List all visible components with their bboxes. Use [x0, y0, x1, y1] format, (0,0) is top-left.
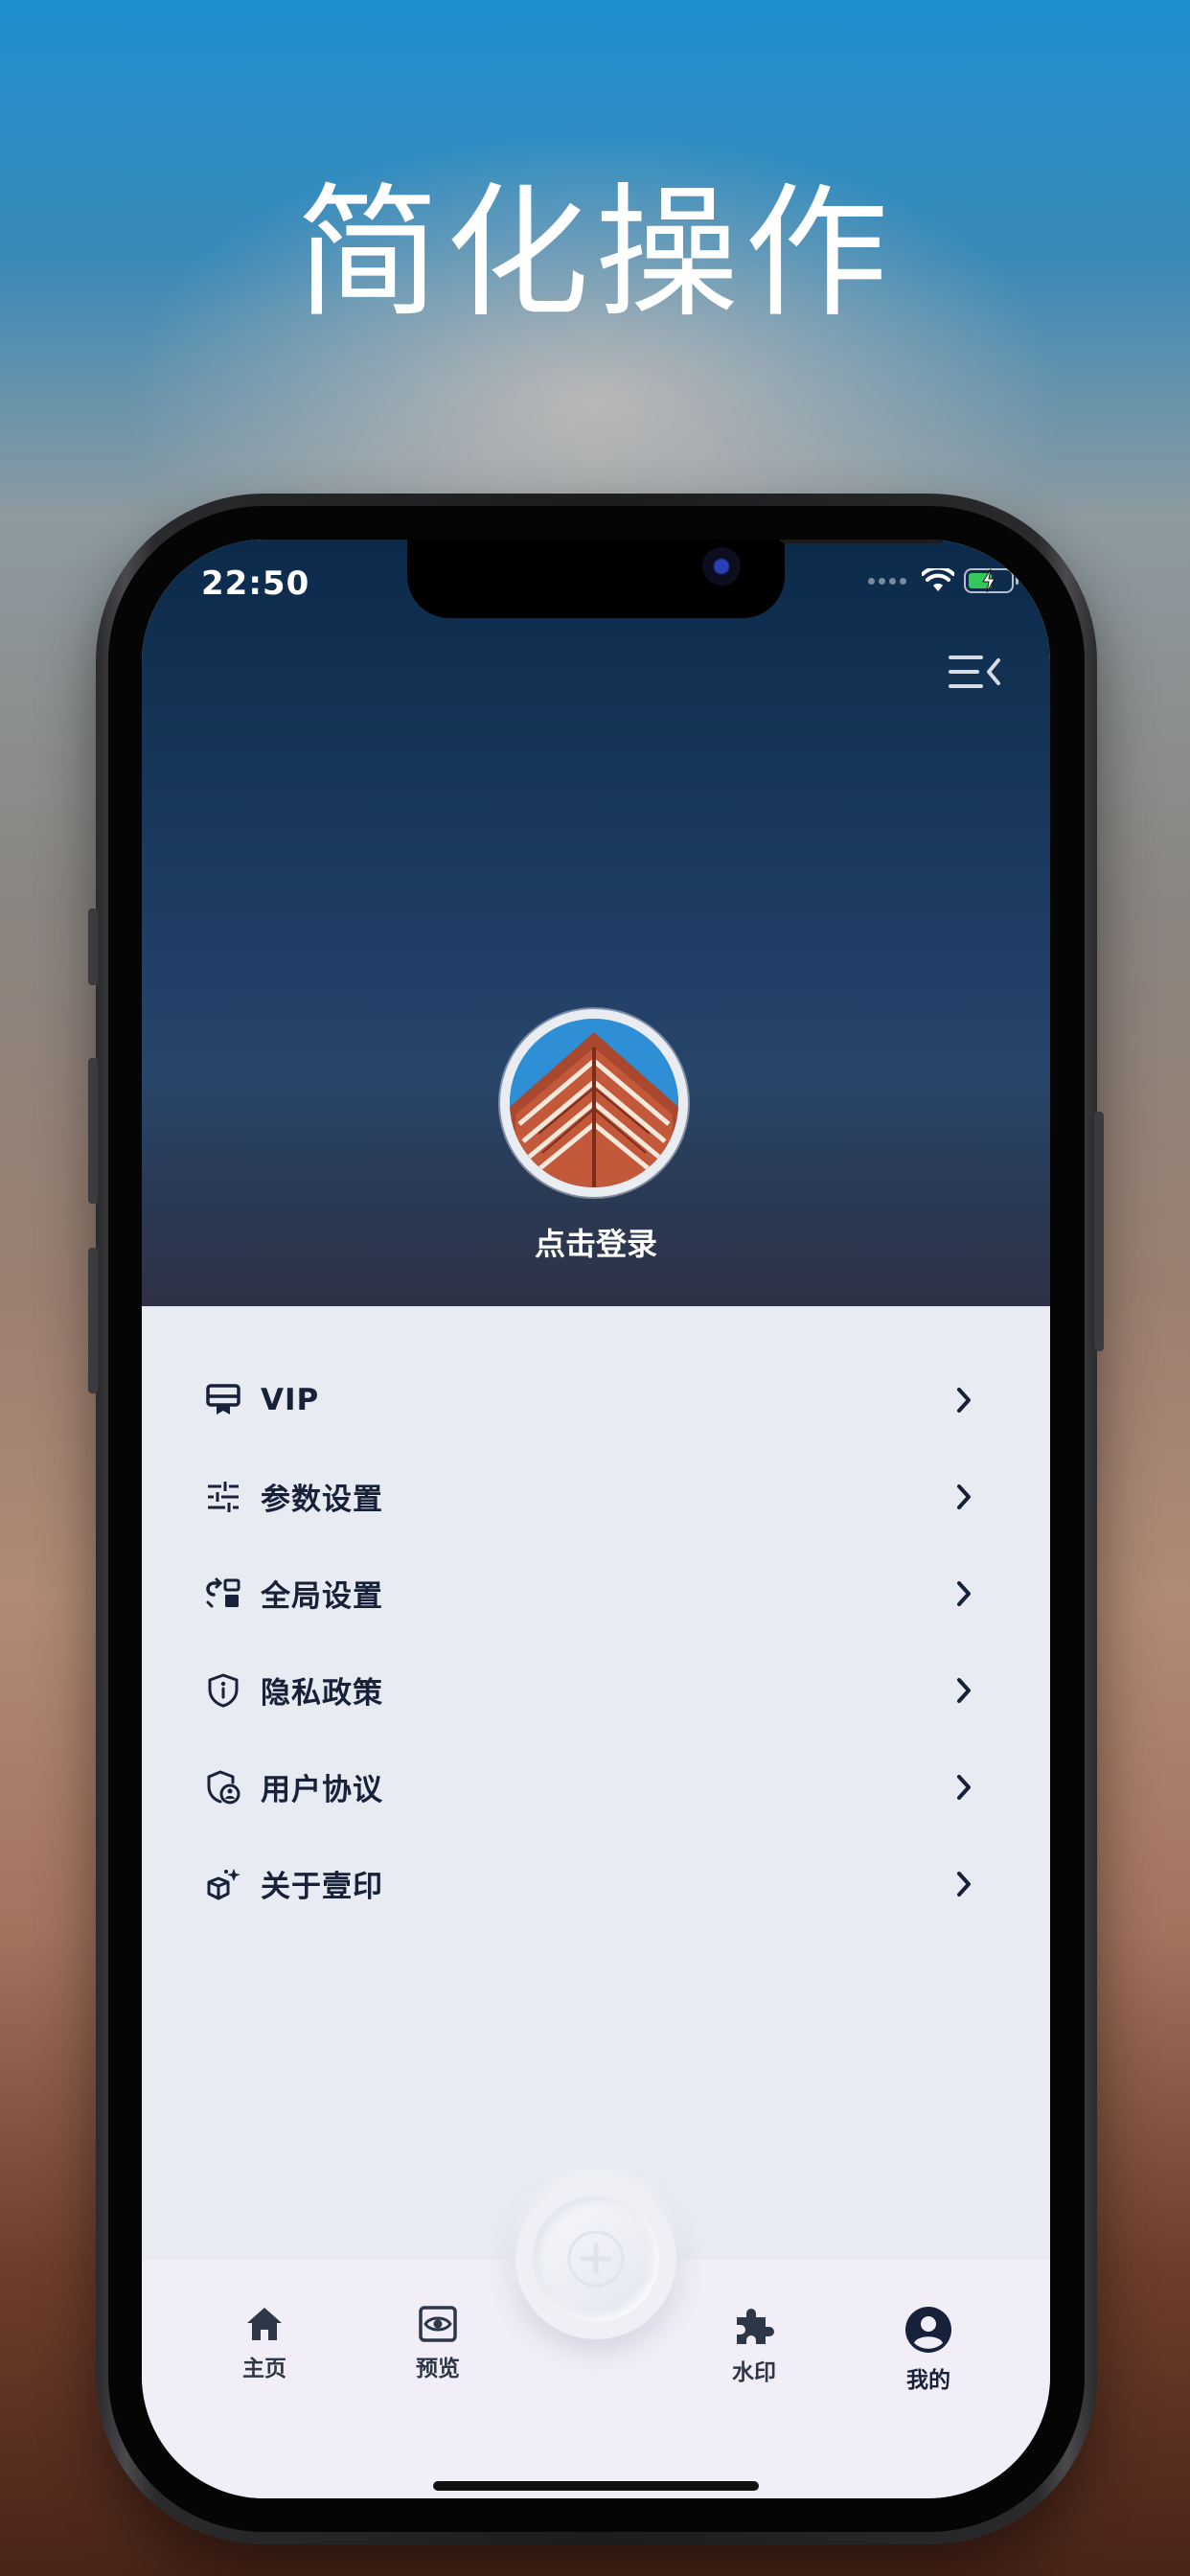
tab-preview[interactable]: 预览: [380, 2306, 495, 2382]
menu-item-user-agreement[interactable]: 用户协议: [142, 1738, 1050, 1835]
chevron-right-icon: [957, 1484, 971, 1509]
shield-user-icon: [205, 1769, 241, 1806]
front-camera: [702, 547, 741, 586]
chevron-right-icon: [957, 1581, 971, 1606]
tab-label-mine: 我的: [906, 2368, 950, 2393]
puzzle-icon: [737, 2309, 774, 2344]
vip-card-icon: [205, 1382, 241, 1418]
settings-menu: VIP 参数设置 全局设置 隐私政策 用户协议 关于壹印: [142, 1306, 1050, 1932]
chevron-right-icon: [957, 1678, 971, 1703]
notch: [407, 540, 944, 618]
earpiece-speaker: [779, 540, 944, 543]
phone-side-button: [88, 908, 98, 985]
menu-item-global-settings[interactable]: 全局设置: [142, 1545, 1050, 1642]
tab-watermark[interactable]: 水印: [697, 2306, 812, 2386]
menu-label-vip: VIP: [261, 1382, 320, 1417]
plus-icon: [567, 2230, 625, 2288]
menu-collapse-icon[interactable]: [949, 653, 1002, 691]
battery-icon: [964, 568, 1018, 593]
signal-icon: [868, 577, 906, 585]
preview-eye-icon: [419, 2306, 457, 2342]
menu-label-parameter-settings: 参数设置: [261, 1483, 383, 1517]
avatar-image: [510, 1019, 678, 1187]
profile-hero: 22:50 点击登录: [142, 540, 1050, 1306]
home-indicator[interactable]: [433, 2481, 759, 2491]
center-action-button[interactable]: [515, 2178, 676, 2339]
sliders-icon: [205, 1479, 241, 1515]
status-icons: [868, 568, 1018, 593]
menu-label-privacy-policy: 隐私政策: [261, 1676, 383, 1711]
menu-label-user-agreement: 用户协议: [261, 1773, 383, 1807]
home-icon: [247, 2308, 282, 2340]
menu-label-about: 关于壹印: [261, 1870, 383, 1904]
chevron-right-icon: [957, 1775, 971, 1800]
tab-mine[interactable]: 我的: [871, 2306, 986, 2394]
tab-label-preview: 预览: [416, 2357, 460, 2381]
login-prompt[interactable]: 点击登录: [142, 1220, 1050, 1264]
chevron-right-icon: [957, 1388, 971, 1413]
moon-icon: [592, 683, 606, 697]
status-time: 22:50: [201, 564, 310, 603]
avatar[interactable]: [500, 1009, 688, 1197]
menu-item-privacy-policy[interactable]: 隐私政策: [142, 1642, 1050, 1738]
phone-power-button: [1094, 1112, 1104, 1351]
global-settings-icon: [205, 1576, 241, 1612]
about-icon: [205, 1866, 241, 1902]
wifi-icon: [922, 568, 954, 591]
shield-info-icon: [205, 1672, 241, 1709]
tab-label-watermark: 水印: [732, 2360, 776, 2385]
menu-item-about[interactable]: 关于壹印: [142, 1835, 1050, 1932]
tab-home[interactable]: 主页: [207, 2306, 322, 2382]
chevron-right-icon: [957, 1872, 971, 1897]
menu-label-global-settings: 全局设置: [261, 1579, 383, 1614]
promo-headline: 简化操作: [295, 171, 894, 337]
center-action-button-face[interactable]: [533, 2196, 659, 2322]
phone-volume-down: [88, 1248, 98, 1393]
user-circle-icon: [905, 2307, 951, 2353]
tab-label-home: 主页: [242, 2357, 286, 2381]
menu-item-vip[interactable]: VIP: [142, 1351, 1050, 1448]
menu-item-parameter-settings[interactable]: 参数设置: [142, 1448, 1050, 1545]
phone-screen: 22:50 点击登录 VIP 参数设置 全局设置 隐私政策 用户协议 关于壹印 …: [142, 540, 1050, 2498]
phone-volume-up: [88, 1058, 98, 1204]
promo-canvas: 简化操作 22:50 点击登录 VIP 参数设置 全局设置 隐私政策 用户协议 …: [0, 0, 1190, 2576]
